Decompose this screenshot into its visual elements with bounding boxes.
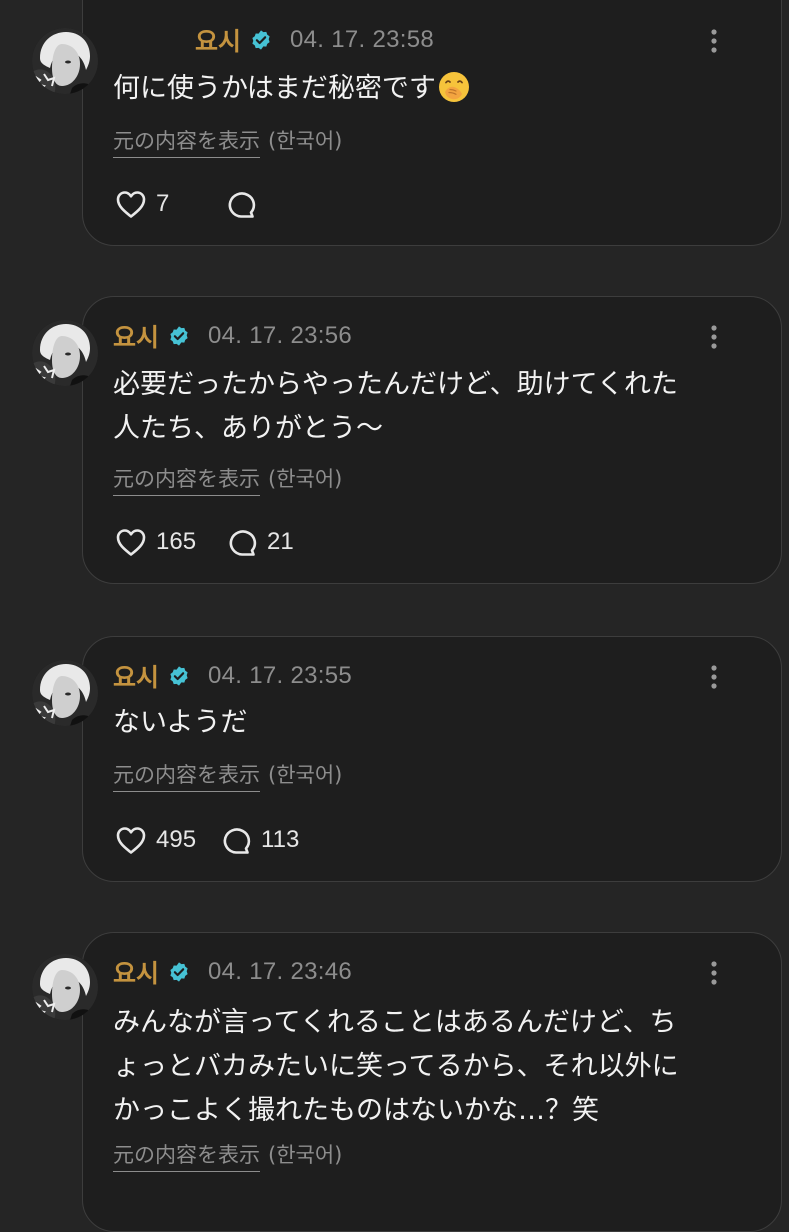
post-text: みんなが言ってくれることはあるんだけど、ち ょっとバカみたいに笑ってるから、それ…	[113, 1001, 733, 1133]
post-text: ないようだ	[113, 701, 733, 745]
show-original-link[interactable]: 元の内容を表示	[113, 467, 260, 496]
profile-photo	[32, 28, 98, 94]
post-text-line: 何に使うかはまだ秘密です	[113, 73, 436, 104]
show-original-link[interactable]: 元の内容を表示	[113, 1143, 260, 1172]
username[interactable]: 요시	[113, 318, 159, 354]
hand-over-mouth-emoji-icon	[438, 72, 469, 102]
post-4: 요시 04. 17. 23:46 みんなが言ってくれることはあるんだけど、ち ょ…	[0, 932, 789, 1232]
avatar[interactable]	[32, 660, 98, 726]
show-original-link[interactable]: 元の内容を表示	[113, 129, 260, 158]
post-card[interactable]: 요시 04. 17. 23:46 みんなが言ってくれることはあるんだけど、ち ょ…	[82, 932, 782, 1232]
post-text-line: 必要だったからやったんだけど、助けてくれた	[113, 369, 678, 400]
post-text: 何に使うかはまだ秘密です	[113, 67, 733, 111]
post-text: 必要だったからやったんだけど、助けてくれた 人たち、ありがとう～	[113, 363, 733, 451]
avatar[interactable]	[32, 28, 98, 94]
like-count: 495	[156, 826, 197, 853]
reply-button[interactable]	[225, 189, 266, 219]
username[interactable]: 요시	[195, 22, 241, 58]
like-count: 7	[156, 190, 170, 217]
vertical-ellipsis-icon[interactable]	[711, 29, 717, 53]
heart-outline-icon	[116, 827, 146, 854]
like-button[interactable]: 165	[115, 527, 196, 557]
heart-outline-icon	[116, 191, 146, 218]
post-header: 요시 04. 17. 23:58	[195, 22, 435, 58]
vertical-ellipsis-icon[interactable]	[711, 665, 717, 689]
verified-badge-icon	[170, 666, 188, 686]
post-actions: 165 21	[115, 525, 294, 559]
vertical-ellipsis-icon[interactable]	[711, 961, 717, 985]
post-text-line: ないようだ	[113, 707, 248, 738]
profile-photo	[32, 660, 98, 726]
avatar[interactable]	[32, 954, 98, 1020]
like-count: 165	[156, 528, 197, 555]
post-3: 요시 04. 17. 23:55 ないようだ 元の内容を表示 (한국어) 495	[0, 636, 789, 886]
timestamp: 04. 17. 23:55	[208, 662, 353, 689]
show-original-row: 元の内容を表示 (한국어)	[113, 1139, 343, 1172]
timestamp: 04. 17. 23:58	[290, 26, 435, 53]
profile-photo	[32, 320, 98, 386]
timestamp: 04. 17. 23:46	[208, 958, 353, 985]
original-language: (한국어)	[268, 467, 343, 491]
timestamp: 04. 17. 23:56	[208, 322, 353, 349]
show-original-link[interactable]: 元の内容を表示	[113, 763, 260, 792]
username[interactable]: 요시	[113, 954, 159, 990]
reply-count: 113	[261, 826, 300, 853]
post-text-line: かっこよく撮れたものはないかな…？笑	[113, 1095, 599, 1126]
reply-button[interactable]: 113	[220, 825, 299, 855]
show-original-row: 元の内容を表示 (한국어)	[113, 463, 343, 496]
speech-bubble-outline-icon	[228, 192, 256, 218]
original-language: (한국어)	[268, 763, 343, 787]
post-card[interactable]: 요시 04. 17. 23:56 必要だったからやったんだけど、助けてくれた 人…	[82, 296, 782, 584]
post-text-line: 人たち、ありがとう～	[113, 413, 383, 444]
avatar[interactable]	[32, 320, 98, 386]
show-original-row: 元の内容を表示 (한국어)	[113, 125, 343, 158]
post-header: 요시 04. 17. 23:55	[113, 658, 353, 694]
heart-outline-icon	[116, 529, 146, 556]
post-text-line: みんなが言ってくれることはあるんだけど、ち	[113, 1007, 677, 1038]
verified-badge-icon	[170, 326, 188, 346]
reply-count: 21	[267, 528, 294, 555]
verified-badge-icon	[252, 30, 270, 50]
original-language: (한국어)	[268, 129, 343, 153]
reply-button[interactable]: 21	[226, 527, 294, 557]
show-original-row: 元の内容を表示 (한국어)	[113, 759, 343, 792]
post-header: 요시 04. 17. 23:46	[113, 954, 353, 990]
post-actions: 7	[115, 187, 266, 221]
post-header: 요시 04. 17. 23:56	[113, 318, 353, 354]
speech-bubble-outline-icon	[229, 530, 257, 556]
post-text-line: ょっとバカみたいに笑ってるから、それ以外に	[113, 1051, 679, 1082]
original-language: (한국어)	[268, 1143, 343, 1167]
post-actions: 495 113	[115, 823, 299, 857]
post-card[interactable]: 요시 04. 17. 23:58 何に使うかはまだ秘密です 元の内容を表示 (한국…	[82, 0, 782, 246]
vertical-ellipsis-icon[interactable]	[711, 325, 717, 349]
like-button[interactable]: 495	[115, 825, 196, 855]
profile-photo	[32, 954, 98, 1020]
post-2: 요시 04. 17. 23:56 必要だったからやったんだけど、助けてくれた 人…	[0, 296, 789, 586]
post-1: 요시 04. 17. 23:58 何に使うかはまだ秘密です 元の内容を表示 (한국…	[0, 0, 789, 250]
verified-badge-icon	[170, 962, 188, 982]
like-button[interactable]: 7	[115, 189, 169, 219]
username[interactable]: 요시	[113, 658, 159, 694]
speech-bubble-outline-icon	[223, 828, 251, 854]
post-card[interactable]: 요시 04. 17. 23:55 ないようだ 元の内容を表示 (한국어) 495	[82, 636, 782, 882]
